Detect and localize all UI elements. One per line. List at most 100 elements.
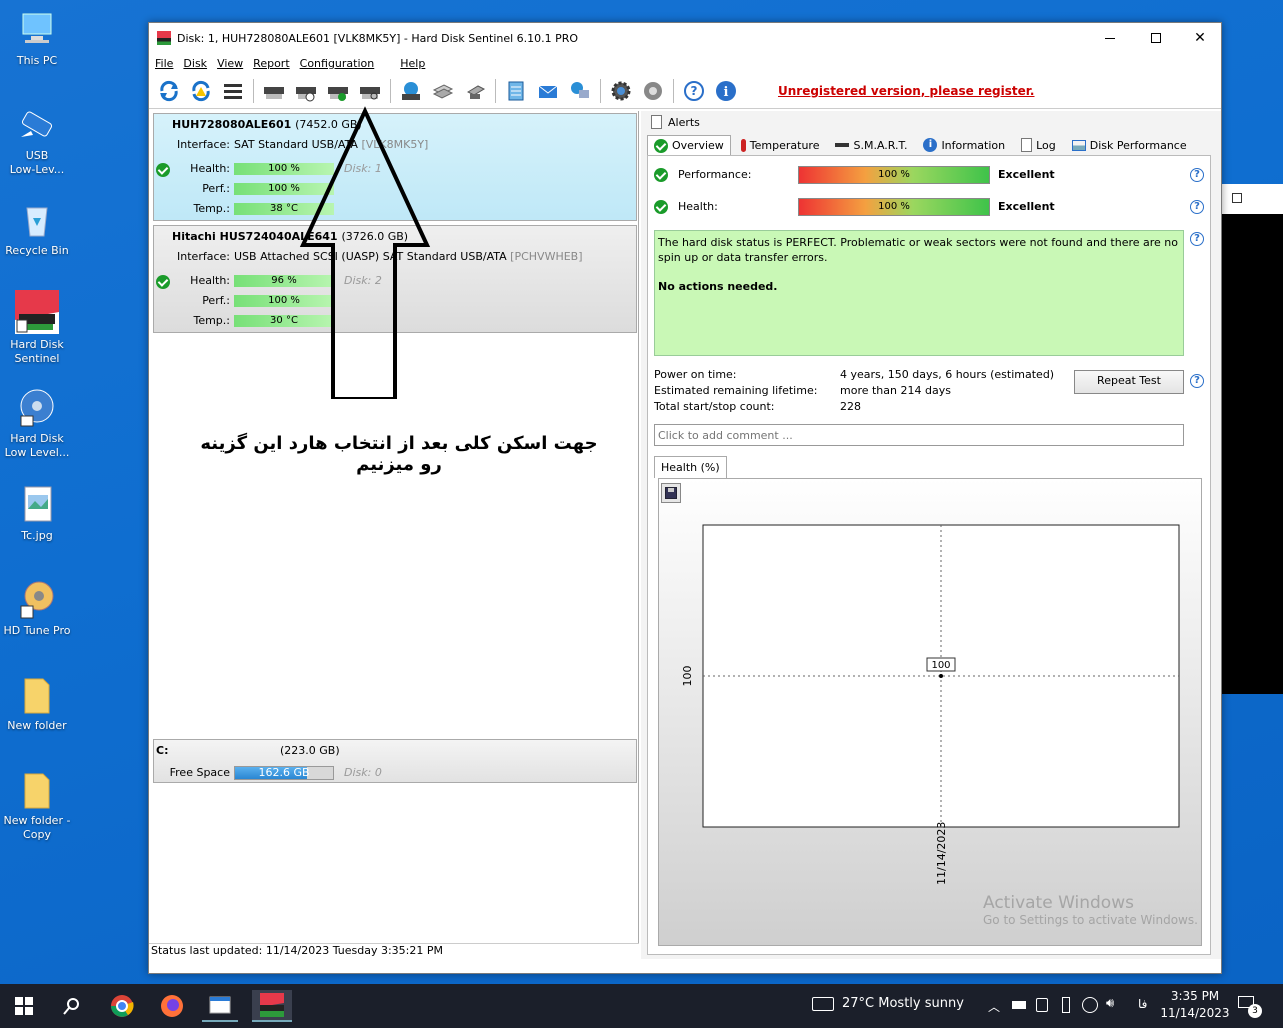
menu-disk[interactable]: Disk — [183, 57, 207, 70]
desktop-icon-new-folder[interactable]: New folder — [0, 675, 74, 733]
tray-meet-icon[interactable] — [1036, 998, 1048, 1012]
toolbar-separator — [673, 78, 674, 103]
help-button[interactable]: ? — [681, 78, 707, 104]
start-stop-value: 228 — [840, 400, 861, 413]
desktop-icon-hard-disk-low-level[interactable]: Hard Disk Low Level... — [0, 388, 74, 460]
tray-chevron-icon[interactable]: ︿ — [988, 998, 1000, 1015]
firefox-taskbar-button[interactable] — [154, 990, 190, 1022]
tab-information[interactable]: i Information — [917, 135, 1011, 155]
tray-volume-icon[interactable]: 🔊︎ — [1106, 996, 1114, 1011]
performance-chart-icon — [1071, 139, 1086, 151]
disk-list-button[interactable] — [220, 78, 246, 104]
desktop-icon-usb[interactable]: USB Low-Lev... — [0, 105, 74, 177]
hard-disk-sentinel-icon — [260, 993, 284, 1017]
disk-list-pane: HUH728080ALE601 (7452.0 GB) Interface: S… — [149, 106, 639, 959]
tab-disk-performance[interactable]: Disk Performance — [1066, 135, 1193, 155]
hard-disk-sentinel-icon — [15, 290, 59, 334]
close-button[interactable]: ✕ — [1177, 23, 1223, 53]
windows-logo-icon — [15, 997, 33, 1015]
performance-label: Performance: — [678, 168, 752, 181]
hard-disk-low-level-icon — [17, 388, 57, 428]
network-icon — [571, 81, 589, 98]
settings-button[interactable] — [608, 78, 634, 104]
desktop-icon-recycle-bin[interactable]: Recycle Bin — [0, 200, 74, 258]
email-button[interactable] — [535, 78, 561, 104]
app-icon — [157, 31, 171, 45]
health-label: Health: — [190, 274, 230, 287]
menu-view[interactable]: View — [217, 57, 243, 70]
menu-configuration[interactable]: Configuration — [300, 57, 375, 70]
clock[interactable]: 3:35 PM 11/14/2023 — [1160, 988, 1230, 1022]
health-ok-icon — [654, 200, 668, 214]
desktop-icon-label: Recycle Bin — [5, 244, 69, 257]
hard-disk-sentinel-taskbar-button[interactable] — [252, 990, 292, 1022]
desktop-icon-this-pc[interactable]: This PC — [0, 10, 74, 68]
notification-count: 3 — [1248, 1004, 1262, 1018]
health-bar: 100 % — [798, 198, 990, 216]
desktop-icon-hd-tune-pro[interactable]: HD Tune Pro — [0, 580, 74, 638]
status-help-icon[interactable]: ? — [1190, 232, 1204, 246]
disk-export-button[interactable] — [462, 78, 488, 104]
search-button[interactable] — [54, 990, 90, 1022]
menu-report[interactable]: Report — [253, 57, 289, 70]
computer-icon — [17, 10, 57, 50]
repeat-test-button[interactable]: Repeat Test — [1074, 370, 1184, 394]
status-description-box: The hard disk status is PERFECT. Problem… — [654, 230, 1184, 356]
desktop-icon-new-folder-copy[interactable]: New folder - Copy — [0, 770, 74, 842]
start-button[interactable] — [6, 990, 42, 1022]
maximize-button[interactable] — [1133, 23, 1179, 53]
desktop-icon-tc-jpg[interactable]: Tc.jpg — [0, 485, 74, 543]
tab-health-chart[interactable]: Health (%) — [654, 456, 727, 478]
sound-button[interactable] — [640, 78, 666, 104]
info-icon: i — [923, 138, 938, 152]
refresh-warning-button[interactable] — [188, 78, 214, 104]
hard-disk-sentinel-window: Disk: 1, HUH728080ALE601 [VLK8MK5Y] - Ha… — [148, 22, 1222, 974]
unregistered-link[interactable]: Unregistered version, please register. — [778, 84, 1035, 98]
tray-usb-icon[interactable] — [1062, 997, 1070, 1013]
close-icon: ✕ — [1194, 30, 1206, 46]
desktop-icon-label: Tc.jpg — [21, 529, 53, 542]
chrome-taskbar-button[interactable] — [104, 990, 140, 1022]
chart-area: 100 11/14/2023 100 — [658, 478, 1202, 946]
performance-bar: 100 % — [798, 166, 990, 184]
menu-file[interactable]: File — [155, 57, 173, 70]
search-icon — [63, 998, 79, 1015]
comment-input[interactable] — [654, 424, 1184, 446]
details-pane: Alerts Overview Temperature S.M.A.R.T. i… — [641, 111, 1221, 959]
image-file-icon — [17, 485, 57, 525]
minimize-button[interactable] — [1087, 23, 1133, 53]
data-point — [939, 674, 943, 678]
alerts-tab[interactable]: Alerts — [651, 115, 700, 129]
input-language[interactable]: فا — [1138, 997, 1147, 1011]
volume-entry[interactable]: C: (223.0 GB) Free Space 162.6 GB Disk: … — [153, 739, 637, 783]
performance-help-icon[interactable]: ? — [1190, 168, 1204, 182]
repeat-test-help-icon[interactable]: ? — [1190, 374, 1204, 388]
menu-help[interactable]: Help — [400, 57, 425, 70]
disk-test-button[interactable] — [261, 78, 287, 104]
interface-label: Interface: — [177, 138, 230, 151]
health-help-icon[interactable]: ? — [1190, 200, 1204, 214]
menu-bar: File Disk View Report Configuration Help — [149, 53, 1221, 73]
notifications-button[interactable]: 3 — [1238, 996, 1262, 1018]
free-space-value: 162.6 GB — [258, 766, 310, 779]
power-on-value: 4 years, 150 days, 6 hours (estimated) — [840, 368, 1055, 381]
report-button[interactable] — [503, 78, 529, 104]
free-space-bar: 162.6 GB — [234, 766, 334, 780]
desktop-icon-hard-disk-sentinel[interactable]: Hard Disk Sentinel — [0, 290, 74, 366]
firefox-icon — [161, 995, 183, 1017]
tab-temperature[interactable]: Temperature — [735, 135, 826, 155]
about-button[interactable]: i — [713, 78, 739, 104]
tray-network-icon[interactable] — [1082, 997, 1098, 1013]
refresh-button[interactable] — [156, 78, 182, 104]
smart-icon — [835, 143, 850, 147]
tab-log[interactable]: Log — [1015, 135, 1062, 155]
refresh-icon — [160, 80, 178, 101]
tab-overview[interactable]: Overview — [647, 135, 731, 155]
activation-watermark: Activate Windows Go to Settings to activ… — [983, 893, 1198, 927]
explorer-taskbar-button[interactable] — [202, 990, 238, 1022]
weather-widget[interactable]: 27°C Mostly sunny — [812, 996, 964, 1011]
tray-keyboard-icon[interactable] — [1012, 1001, 1026, 1009]
status-bar: Status last updated: 11/14/2023 Tuesday … — [149, 943, 639, 959]
network-button[interactable] — [567, 78, 593, 104]
tab-smart[interactable]: S.M.A.R.T. — [829, 135, 913, 155]
